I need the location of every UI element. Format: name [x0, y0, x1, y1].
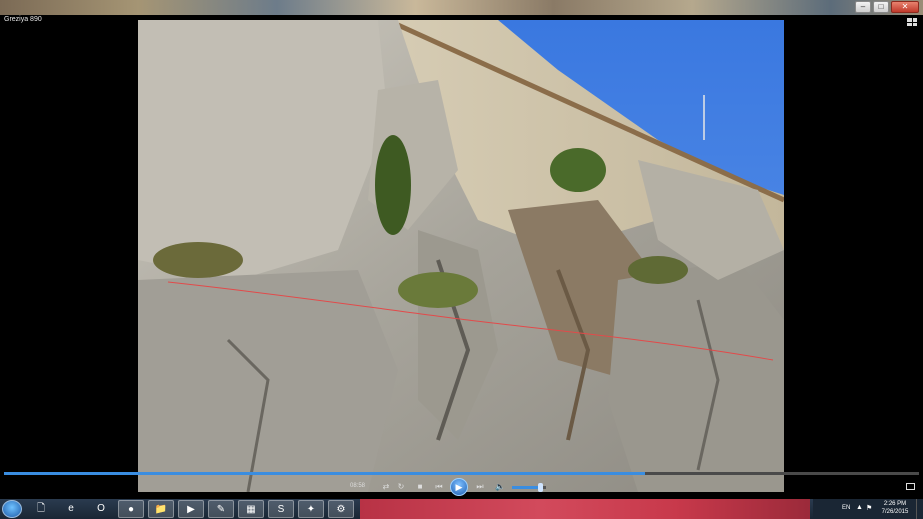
fullscreen-icon[interactable] — [906, 483, 915, 490]
close-button[interactable]: ✕ — [891, 1, 919, 13]
paint-icon[interactable]: ✎ — [208, 500, 234, 518]
minimize-button[interactable]: – — [855, 1, 871, 13]
video-frame[interactable] — [138, 20, 784, 492]
taskbar: 🗋 e O ● 📁 ▶ ✎ ▦ S ✦ ⚙ EN ▲ ⚑ 2:26 PM 7/26/2015 — [0, 499, 923, 519]
previous-icon[interactable]: ⏮ — [433, 481, 445, 493]
maximize-button[interactable]: □ — [873, 1, 889, 13]
play-icon[interactable]: ▶ — [450, 478, 468, 496]
skype-icon[interactable]: S — [268, 500, 294, 518]
next-icon[interactable]: ⏭ — [474, 481, 486, 493]
show-hidden-icons-icon[interactable]: ▲ — [856, 504, 863, 511]
repeat-icon[interactable]: ↻ — [395, 481, 407, 493]
tool-icon[interactable]: ⚙ — [328, 500, 354, 518]
seek-bar[interactable] — [4, 472, 919, 475]
volume-slider[interactable] — [512, 483, 546, 492]
shuffle-icon[interactable]: ⇄ — [380, 481, 392, 493]
internet-explorer-icon[interactable]: e — [58, 500, 84, 518]
window-controls: – □ ✕ — [855, 1, 919, 13]
chrome-icon[interactable]: ● — [118, 500, 144, 518]
video-picture — [138, 20, 784, 492]
desktop-background-strip — [0, 0, 923, 15]
folder-icon[interactable]: 📁 — [148, 500, 174, 518]
seek-progress — [4, 472, 645, 475]
volume-icon[interactable]: 🔈 — [494, 481, 506, 493]
action-center-icon[interactable]: ⚑ — [866, 504, 874, 512]
clock-time[interactable]: 2:26 PM — [880, 501, 910, 507]
show-desktop-button[interactable] — [916, 499, 923, 519]
media-player-icon[interactable]: ▶ — [178, 500, 204, 518]
opera-icon[interactable]: O — [88, 500, 114, 518]
calculator-icon[interactable]: ▦ — [238, 500, 264, 518]
windows-update-icon[interactable]: ✦ — [298, 500, 324, 518]
desktop-background — [360, 499, 810, 519]
volume-handle[interactable] — [537, 483, 543, 492]
language-indicator[interactable]: EN — [842, 505, 850, 511]
elapsed-time: 08:58 — [350, 483, 366, 489]
stop-icon[interactable]: ■ — [414, 481, 426, 493]
start-button[interactable] — [2, 500, 22, 518]
switch-view-icon[interactable] — [907, 18, 917, 26]
volume-level — [512, 486, 541, 489]
playback-controls: 08:58 ⇄ ↻ ■ ⏮ ▶ ⏭ 🔈 — [0, 477, 923, 498]
clock-date[interactable]: 7/26/2015 — [880, 509, 910, 515]
file-icon[interactable]: 🗋 — [28, 500, 54, 518]
window-title: Greziya 890 — [4, 16, 42, 23]
